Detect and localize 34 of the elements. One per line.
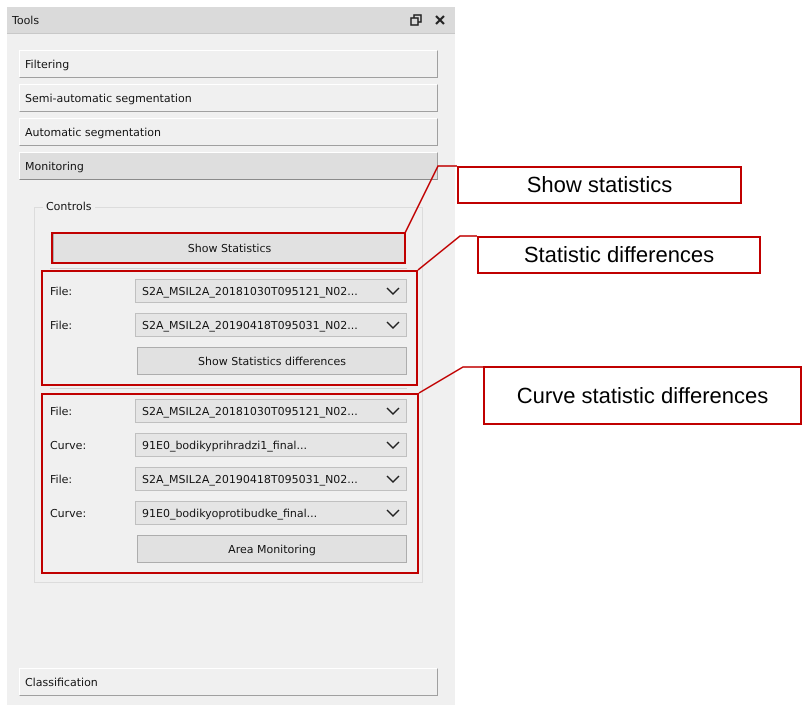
section-header[interactable]: Filtering (19, 50, 438, 78)
field-label: Curve: (50, 438, 88, 452)
dropdown[interactable]: 91E0_bodikyoprotibudke_final... (135, 501, 407, 525)
section-header[interactable]: Classification (19, 668, 438, 696)
show-statistics-button[interactable]: Show Statistics (53, 233, 406, 263)
panel-title: Tools (12, 14, 40, 26)
dropdown[interactable]: 91E0_bodikyprihradzi1_final... (135, 433, 407, 457)
dropdown[interactable]: S2A_MSIL2A_20181030T095121_N02... (135, 399, 407, 423)
section-header[interactable]: Automatic segmentation (19, 118, 438, 146)
action-button[interactable]: Show Statistics differences (137, 347, 407, 375)
dropdown[interactable]: S2A_MSIL2A_20181030T095121_N02... (135, 279, 407, 303)
group-title: Controls (43, 200, 94, 213)
field-label: Curve: (50, 506, 88, 520)
chevron-icon (386, 441, 400, 449)
chevron-icon (386, 287, 400, 295)
callout-label: Curve statistic differences (483, 366, 802, 425)
float-button[interactable] (409, 13, 423, 27)
chevron-icon (386, 475, 400, 483)
field-label: File: (50, 284, 74, 298)
callout-label: Show statistics (457, 166, 742, 204)
chevron-icon (386, 321, 400, 329)
leader-line (418, 366, 484, 394)
close-button[interactable] (433, 13, 447, 27)
section-header[interactable]: Semi-automatic segmentation (19, 84, 438, 112)
section-header[interactable]: Monitoring (19, 152, 438, 180)
action-button[interactable]: Area Monitoring (137, 535, 407, 563)
chevron-icon (386, 407, 400, 415)
dropdown[interactable]: S2A_MSIL2A_20190418T095031_N02... (135, 467, 407, 491)
field-label: File: (50, 318, 74, 332)
chevron-icon (386, 509, 400, 517)
dropdown[interactable]: S2A_MSIL2A_20190418T095031_N02... (135, 313, 407, 337)
field-label: File: (50, 472, 74, 486)
callout-label: Statistic differences (477, 236, 761, 274)
field-label: File: (50, 404, 74, 418)
